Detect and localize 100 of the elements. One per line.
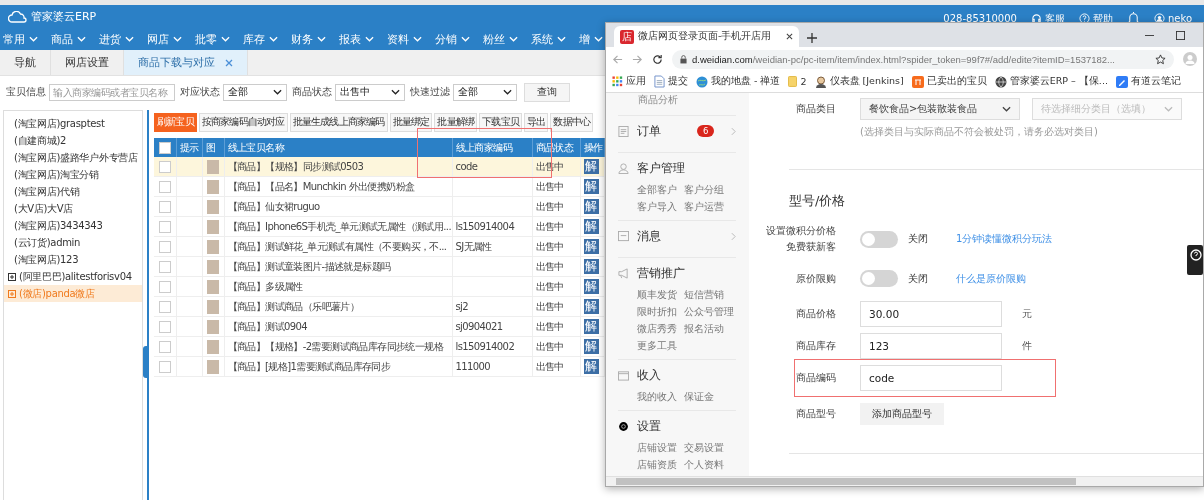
store-item[interactable]: (阿里巴巴)alitestforisv04 xyxy=(4,268,142,285)
bookmark[interactable]: 提交 xyxy=(654,75,688,88)
menu-item[interactable]: 网店 xyxy=(147,31,182,47)
bookmark[interactable]: 有道云笔记 xyxy=(1115,75,1181,88)
sidebar-link[interactable]: 短信营销 xyxy=(684,288,734,302)
sidebar-link[interactable]: 公众号管理 xyxy=(684,305,734,319)
row-checkbox[interactable] xyxy=(158,180,171,193)
menu-item[interactable]: 增 xyxy=(579,31,603,47)
collapse-handle[interactable] xyxy=(143,346,149,378)
menu-item[interactable]: 财务 xyxy=(291,31,326,47)
sidebar-link[interactable]: 店铺设置 xyxy=(637,441,677,455)
unbind-button[interactable]: 解 xyxy=(583,179,599,194)
store-item[interactable]: (淘宝网店)grasptest xyxy=(4,115,142,132)
row-checkbox[interactable] xyxy=(158,300,171,313)
menu-item[interactable]: 分销 xyxy=(435,31,470,47)
store-item[interactable]: (淘宝网店)123 xyxy=(4,251,142,268)
category-dropdown[interactable]: 餐饮食品>包装散装食品 xyxy=(860,98,1020,120)
close-icon[interactable] xyxy=(786,33,793,40)
sidebar-link[interactable]: 个人资料 xyxy=(684,458,724,472)
dropdown[interactable]: 全部 xyxy=(223,83,287,101)
chevron-right-icon[interactable] xyxy=(731,126,736,136)
menu-item[interactable]: 资料 xyxy=(387,31,422,47)
add-model-button[interactable]: 添加商品型号 xyxy=(860,403,944,425)
sidebar-link[interactable]: 报名活动 xyxy=(684,322,734,336)
input-field[interactable]: 30.00 xyxy=(860,301,1002,327)
row-checkbox[interactable] xyxy=(158,320,171,333)
input-field[interactable]: code xyxy=(860,365,1002,391)
toolbar-button[interactable]: 批量生成线上商家编码 xyxy=(289,112,388,132)
query-button[interactable]: 查询 xyxy=(524,82,570,102)
sidebar-heading[interactable]: 收入 xyxy=(637,366,661,384)
store-item[interactable]: (淘宝网店)淘宝分销 xyxy=(4,166,142,183)
row-checkbox[interactable] xyxy=(158,220,171,233)
sidebar-link[interactable]: 微店秀秀 xyxy=(637,322,677,336)
new-tab-icon[interactable] xyxy=(807,33,817,43)
menu-item[interactable]: 库存 xyxy=(243,31,278,47)
sidebar-link[interactable]: 更多工具 xyxy=(637,339,677,353)
sidebar-link[interactable]: 限时折扣 xyxy=(637,305,677,319)
forward-icon[interactable] xyxy=(632,53,643,65)
unbind-button[interactable]: 解 xyxy=(583,319,599,334)
unbind-button[interactable]: 解 xyxy=(583,239,599,254)
menu-item[interactable]: 商品 xyxy=(51,31,86,47)
sidebar-link[interactable]: 客户分组 xyxy=(684,183,724,197)
unbind-button[interactable]: 解 xyxy=(583,339,599,354)
reload-icon[interactable] xyxy=(652,53,663,65)
toolbar-button[interactable]: 数据中心 xyxy=(550,112,594,132)
sidebar-link[interactable]: 客户运营 xyxy=(684,200,724,214)
sidebar-link[interactable]: 商品分析 xyxy=(618,93,749,115)
menu-item[interactable]: 进货 xyxy=(99,31,134,47)
row-checkbox[interactable] xyxy=(158,240,171,253)
toggle-switch[interactable] xyxy=(860,230,898,248)
address-bar[interactable]: d.weidian.com/weidian-pc/pc-item/item/index.html?spider_token=99f7#/add/edite?itemID=1537182... xyxy=(672,49,1174,69)
toolbar-button[interactable]: 按商家编码自动对应 xyxy=(198,112,288,132)
unbind-button[interactable]: 解 xyxy=(583,279,599,294)
chevron-right-icon[interactable] xyxy=(731,231,736,241)
sidebar-heading[interactable]: 设置 xyxy=(637,417,661,435)
sidebar-heading[interactable]: 营销推广 xyxy=(637,264,685,282)
select-all-checkbox[interactable] xyxy=(158,141,171,154)
dropdown[interactable]: 全部 xyxy=(453,83,517,101)
menu-item[interactable]: 系统 xyxy=(531,31,566,47)
row-checkbox[interactable] xyxy=(158,340,171,353)
menu-item[interactable]: 报表 xyxy=(339,31,374,47)
menu-item[interactable]: 批零 xyxy=(195,31,230,47)
dropdown[interactable]: 出售中 xyxy=(335,83,405,101)
sidebar-link[interactable]: 保证金 xyxy=(684,390,714,404)
bookmark[interactable]: 仪表盘 [Jenkins] xyxy=(814,75,904,88)
unbind-button[interactable]: 解 xyxy=(583,359,599,374)
unbind-button[interactable]: 解 xyxy=(583,159,599,174)
bookmark[interactable]: 应用 xyxy=(612,75,646,88)
bookmark[interactable]: 我的地盘 - 禅道 xyxy=(696,75,781,88)
tab[interactable]: 导航 xyxy=(0,50,51,75)
help-link[interactable]: 什么是原价限购 xyxy=(956,271,1026,286)
unbind-button[interactable]: 解 xyxy=(583,259,599,274)
toggle-switch[interactable] xyxy=(860,270,898,287)
search-field[interactable]: 输入商家编码或者宝贝名称 xyxy=(49,83,175,101)
row-checkbox[interactable] xyxy=(158,360,171,373)
browser-tab[interactable]: 店 微店网页登录页面-手机开店用 xyxy=(614,26,799,47)
store-item[interactable]: (自建商城)2 xyxy=(4,132,142,149)
bookmark[interactable]: 管家婆云ERP – 【保... xyxy=(994,75,1108,88)
profile-icon[interactable] xyxy=(1183,52,1197,66)
row-checkbox[interactable] xyxy=(158,200,171,213)
row-checkbox[interactable] xyxy=(158,280,171,293)
sidebar-heading[interactable]: 客户管理 xyxy=(637,159,685,177)
sidebar-heading[interactable]: 订单 xyxy=(637,122,661,140)
store-item[interactable]: (大V店)大V店 xyxy=(4,200,142,217)
unbind-button[interactable]: 解 xyxy=(583,199,599,214)
store-item[interactable]: (云订货)admin xyxy=(4,234,142,251)
header-link[interactable]: neko xyxy=(1153,13,1192,24)
bookmark[interactable]: 已卖出的宝贝 xyxy=(911,75,987,88)
menu-item[interactable]: 常用 xyxy=(3,31,38,47)
toolbar-button[interactable]: 导出 xyxy=(524,112,549,132)
toolbar-button[interactable]: 刷新宝贝 xyxy=(154,112,197,132)
star-icon[interactable] xyxy=(1155,53,1166,65)
unbind-button[interactable]: 解 xyxy=(583,219,599,234)
toolbar-button[interactable]: 批量绑定 xyxy=(389,112,433,132)
sidebar-link[interactable]: 客户导入 xyxy=(637,200,677,214)
sidebar-link[interactable]: 全部客户 xyxy=(637,183,677,197)
sidebar-link[interactable]: 顺丰发货 xyxy=(637,288,677,302)
menu-item[interactable]: 粉丝 xyxy=(483,31,518,47)
unbind-button[interactable]: 解 xyxy=(583,299,599,314)
store-item[interactable]: (淘宝网店)代销 xyxy=(4,183,142,200)
